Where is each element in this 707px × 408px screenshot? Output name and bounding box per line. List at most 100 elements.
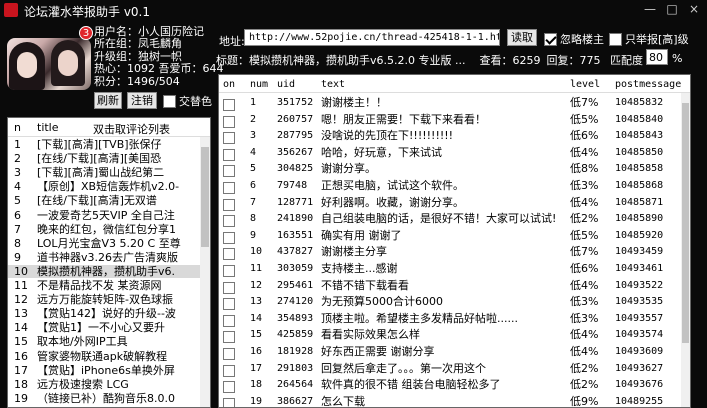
row-select-checkbox[interactable] bbox=[223, 348, 235, 360]
ignore-op-checkbox[interactable] bbox=[544, 32, 557, 46]
row-select-checkbox[interactable] bbox=[223, 182, 235, 194]
comment-num: 9 bbox=[250, 229, 257, 241]
col-postmessage-header[interactable]: postmessage bbox=[615, 79, 681, 90]
comment-row[interactable]: 1 351752 谢谢楼主！！ 低7% 10485832 bbox=[219, 94, 683, 111]
col-text-header[interactable]: text bbox=[321, 79, 345, 90]
thread-list-item[interactable]: 3 [下载][高清]蜀山战纪第二 bbox=[8, 166, 202, 180]
row-select-checkbox[interactable] bbox=[223, 148, 235, 161]
thread-list-item[interactable]: 2 [在线/下载][高清][美国恐 bbox=[8, 152, 202, 166]
thread-title: [在线/下载][高清][美国恐 bbox=[37, 152, 162, 166]
match-input[interactable]: 80 bbox=[646, 49, 668, 65]
comment-row[interactable]: 15 425859 看看实际效果怎么样 低4% 10493574 bbox=[219, 326, 683, 344]
comment-level: 低4% bbox=[570, 345, 599, 358]
comment-row[interactable]: 6 79748 正想买电脑，试试这个软件。 低3% 10485868 bbox=[219, 177, 683, 194]
address-input[interactable]: http://www.52pojie.cn/thread-425418-1-1.… bbox=[244, 29, 500, 46]
comment-row[interactable]: 2 260757 嗯！朋友正需要！下载下来看看！ 低5% 10485840 bbox=[219, 111, 683, 128]
thread-list-item[interactable]: 11 不是精品找不发 某资源网 bbox=[8, 279, 202, 293]
row-select-checkbox[interactable] bbox=[223, 364, 235, 377]
col-uid-header[interactable]: uid bbox=[277, 79, 295, 90]
comment-row[interactable]: 3 287795 没啥说的先顶在下!!!!!!!!!! 低6% 10485843 bbox=[219, 127, 683, 145]
thread-list-item[interactable]: 13 【赏贴142】说好的升级--波 bbox=[8, 307, 202, 321]
comment-row[interactable]: 7 128771 好利器啊。收藏，谢谢分享。 低4% 10485871 bbox=[219, 194, 683, 211]
refresh-button[interactable]: 刷新 bbox=[94, 92, 122, 109]
minimize-button[interactable]: — bbox=[639, 0, 661, 18]
row-select-checkbox[interactable] bbox=[223, 99, 235, 111]
thread-list-item[interactable]: 17 【赏贴】iPhone6s单换外屏 bbox=[8, 364, 202, 378]
thread-list-item[interactable]: 18 远方极速搜索 LCG bbox=[8, 378, 202, 392]
comment-row[interactable]: 8 241890 自己组装电脑的话，是很好不错！大家可以试试! 低2% 10485890 bbox=[219, 210, 683, 228]
comment-table-scrollbar[interactable] bbox=[681, 93, 690, 407]
col-level-header[interactable]: level bbox=[570, 79, 600, 90]
col-hint-header[interactable]: 双击取评论列表 bbox=[93, 121, 170, 137]
comment-row[interactable]: 17 291803 回复然后拿走了。。。第一次用这个 低2% 10493627 bbox=[219, 360, 683, 377]
comment-row[interactable]: 16 181928 好东西正需要 谢谢分享 低4% 10493609 bbox=[219, 343, 683, 360]
close-button[interactable]: × bbox=[683, 0, 705, 18]
thread-list-item[interactable]: 12 远方万能旋转矩阵-双色球振 bbox=[8, 293, 202, 307]
comment-row[interactable]: 10 437827 谢谢楼主分享 低7% 10493459 bbox=[219, 243, 683, 261]
row-select-checkbox[interactable] bbox=[223, 165, 235, 178]
row-select-checkbox[interactable] bbox=[223, 198, 235, 211]
row-select-checkbox[interactable] bbox=[223, 381, 235, 394]
row-select-checkbox[interactable] bbox=[223, 115, 235, 128]
row-select-checkbox[interactable] bbox=[223, 248, 235, 261]
logout-button[interactable]: 注销 bbox=[127, 92, 157, 109]
thread-list-item[interactable]: 8 LOL月光宝盒V3 5.20 C 至尊 bbox=[8, 237, 202, 251]
app-window: 论坛灌水举报助手 v0.1 — □ × 3 用户名：小人国历险记 所在组：凤毛麟… bbox=[0, 0, 707, 408]
row-select-checkbox[interactable] bbox=[223, 331, 235, 344]
topic-replies: 回复：775 bbox=[546, 54, 601, 67]
thread-list-item[interactable]: 10 模拟攒机神器，攒机助手v6. bbox=[8, 264, 202, 279]
thread-list-item[interactable]: 4 【原创】XB短信轰炸机v2.0- bbox=[8, 180, 202, 194]
comment-row[interactable]: 18 264564 软件真的很不错 组装台电脑轻松多了 低2% 10493676 bbox=[219, 376, 683, 394]
comment-uid: 356267 bbox=[277, 146, 314, 158]
comment-row[interactable]: 19 386627 怎么下载 低9% 10489255 bbox=[219, 393, 683, 407]
alternate-color-toggle[interactable]: 交替色 bbox=[163, 93, 212, 109]
comment-row[interactable]: 9 163551 确实有用 谢谢了 低5% 10485920 bbox=[219, 227, 683, 244]
report-high-checkbox[interactable] bbox=[609, 32, 622, 46]
thread-list[interactable]: n title 双击取评论列表 1 [下载][高清][TVB]张保仔 2 [在线/下载… bbox=[7, 117, 211, 408]
thread-list-scrollbar[interactable] bbox=[200, 137, 210, 407]
row-select-checkbox[interactable] bbox=[223, 231, 235, 244]
read-button[interactable]: 读取 bbox=[507, 29, 537, 46]
comment-row[interactable]: 14 354893 顶楼主啦。希望楼主多发精品好帖啦...... 低3% 1049355… bbox=[219, 310, 683, 327]
comment-postmessage: 10493522 bbox=[615, 279, 664, 291]
comment-uid: 386627 bbox=[277, 395, 314, 407]
maximize-button[interactable]: □ bbox=[661, 0, 683, 18]
thread-index: 15 bbox=[14, 335, 28, 349]
thread-index: 8 bbox=[14, 236, 21, 250]
thread-title: 【赏贴142】说好的升级--波 bbox=[37, 307, 176, 321]
row-select-checkbox[interactable] bbox=[223, 298, 235, 311]
thread-list-item[interactable]: 16 管家婆物联通apk破解教程 bbox=[8, 350, 202, 364]
thread-list-item[interactable]: 1 [下载][高清][TVB]张保仔 bbox=[8, 138, 202, 152]
comment-postmessage: 10485890 bbox=[615, 213, 664, 225]
thread-list-item[interactable]: 14 【赏贴1】一不小心又要升 bbox=[8, 321, 202, 335]
comment-num: 11 bbox=[250, 263, 263, 274]
alternate-color-checkbox[interactable] bbox=[163, 94, 176, 108]
row-select-checkbox[interactable] bbox=[223, 314, 235, 327]
comment-table[interactable]: on num uid text level postmessage 1 35175… bbox=[218, 74, 691, 408]
row-select-checkbox[interactable] bbox=[223, 132, 235, 145]
row-select-checkbox[interactable] bbox=[223, 397, 235, 407]
comment-level: 低7% bbox=[570, 96, 599, 109]
row-select-checkbox[interactable] bbox=[223, 281, 235, 294]
thread-list-item[interactable]: 15 取本地/外网IP工具 bbox=[8, 335, 202, 349]
ignore-op-toggle[interactable]: 忽略楼主 bbox=[544, 31, 604, 47]
notification-badge[interactable]: 3 bbox=[79, 26, 93, 40]
thread-list-item[interactable]: 19 （链接已补）酷狗音乐8.0.0 bbox=[8, 392, 202, 406]
row-select-checkbox[interactable] bbox=[223, 215, 235, 228]
col-on-header[interactable]: on bbox=[223, 79, 235, 90]
comment-row[interactable]: 11 303059 支持楼主...感谢 低6% 10493461 bbox=[219, 260, 683, 277]
col-title-header[interactable]: title bbox=[37, 121, 59, 134]
thread-list-item[interactable]: 5 [在线/下载][高清]无双谱 bbox=[8, 194, 202, 208]
col-num-header[interactable]: num bbox=[250, 79, 268, 90]
comment-level: 低4% bbox=[570, 328, 599, 342]
comment-row[interactable]: 13 274120 为无预算5000合计6000 低3% 10493535 bbox=[219, 293, 683, 311]
comment-row[interactable]: 5 304825 谢谢分享。 低8% 10485858 bbox=[219, 160, 683, 178]
report-high-toggle[interactable]: 只举报[高]级 bbox=[609, 31, 689, 47]
thread-list-item[interactable]: 9 道书神器v3.26去广告清爽版 bbox=[8, 251, 202, 265]
thread-list-item[interactable]: 7 晚来的红包，微信红包分享1 bbox=[8, 223, 202, 237]
col-n-header[interactable]: n bbox=[14, 121, 21, 134]
comment-row[interactable]: 4 356267 哈哈，好玩意，下来试试 低4% 10485850 bbox=[219, 144, 683, 161]
comment-row[interactable]: 12 295461 不错不错下载看看 低4% 10493522 bbox=[219, 277, 683, 294]
thread-list-item[interactable]: 6 一波爱奇艺5天VIP 全自己注 bbox=[8, 209, 202, 223]
row-select-checkbox[interactable] bbox=[223, 265, 235, 277]
